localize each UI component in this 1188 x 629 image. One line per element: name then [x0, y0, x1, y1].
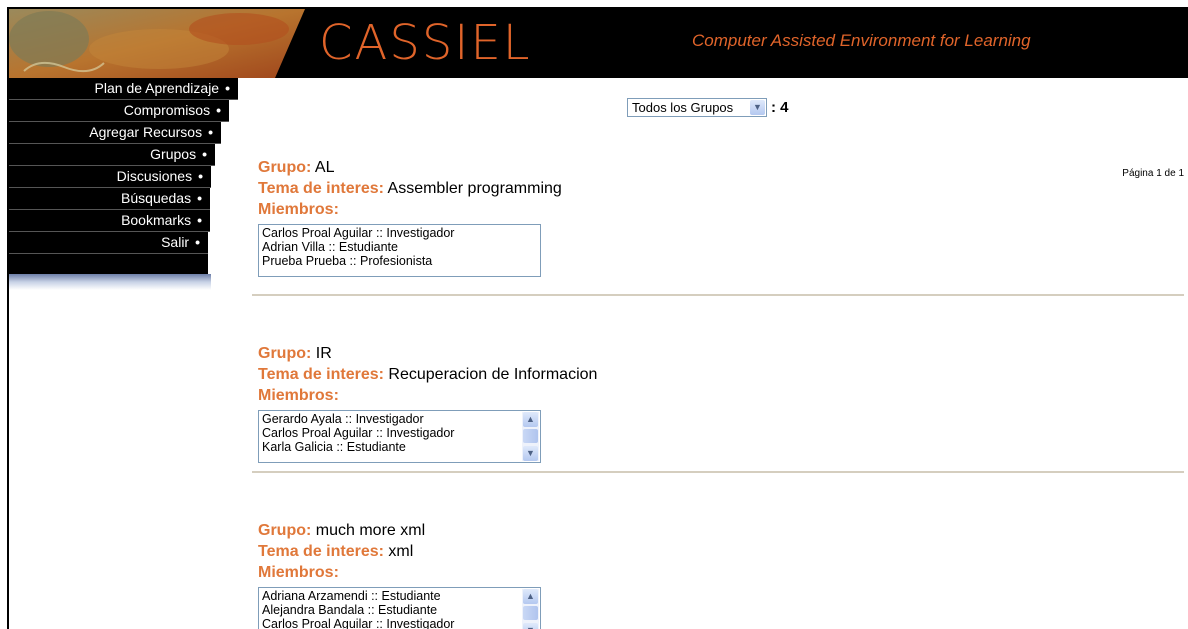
sidebar-item-agregar-recursos[interactable]: Agregar Recursos • — [9, 122, 221, 144]
sidebar-item-label: Agregar Recursos — [89, 124, 203, 140]
member-item[interactable]: Adrian Villa :: Estudiante — [262, 240, 537, 254]
member-item[interactable]: Karla Galicia :: Estudiante — [262, 440, 518, 454]
group-divider — [252, 294, 1184, 296]
chevron-down-icon[interactable]: ▼ — [523, 446, 538, 461]
listbox-scrollbar[interactable]: ▲ ▼ — [522, 589, 539, 629]
group-label: Grupo: — [258, 159, 312, 176]
group-name-line: Grupo: much more xml — [258, 520, 1188, 541]
group-divider — [252, 471, 1184, 473]
header-banner: CASSIEL Computer Assisted Environment fo… — [9, 9, 1188, 78]
sidebar-item-label: Plan de Aprendizaje — [94, 80, 220, 96]
sidebar-item-bookmarks[interactable]: Bookmarks • — [9, 210, 210, 232]
chevron-up-icon[interactable]: ▲ — [523, 412, 538, 427]
app-subtitle: Computer Assisted Environment for Learni… — [692, 31, 1031, 50]
sidebar-item-salir[interactable]: Salir • — [9, 232, 208, 254]
group-label: Grupo: — [258, 345, 312, 362]
app-frame: CASSIEL Computer Assisted Environment fo… — [7, 7, 1188, 629]
group-entry: Grupo: IR Tema de interes: Recuperacion … — [258, 343, 1188, 463]
sidebar-item-discusiones[interactable]: Discusiones • — [9, 166, 211, 188]
member-item[interactable]: Alejandra Bandala :: Estudiante — [262, 603, 518, 617]
member-item[interactable]: Carlos Proal Aguilar :: Investigador — [262, 617, 518, 629]
members-label-line: Miembros: — [258, 199, 1188, 220]
listbox-scrollbar[interactable]: ▲ ▼ — [522, 412, 539, 461]
member-item[interactable]: Gerardo Ayala :: Investigador — [262, 412, 518, 426]
group-topic-line: Tema de interes: xml — [258, 541, 1188, 562]
bullet-icon: • — [225, 80, 230, 96]
topic-label: Tema de interes: — [258, 180, 384, 197]
sidebar-spacer — [9, 254, 208, 274]
members-label-line: Miembros: — [258, 562, 1188, 583]
members-label: Miembros: — [258, 201, 339, 218]
bullet-icon: • — [197, 212, 202, 228]
sidebar-item-busquedas[interactable]: Búsquedas • — [9, 188, 210, 210]
scrollbar-thumb[interactable] — [523, 606, 538, 620]
sidebar-item-label: Bookmarks — [121, 212, 192, 228]
group-entry: Grupo: AL Tema de interes: Assembler pro… — [258, 157, 1188, 277]
sidebar-item-grupos[interactable]: Grupos • — [9, 144, 215, 166]
group-filter-value: Todos los Grupos — [632, 100, 734, 115]
sidebar-item-compromisos[interactable]: Compromisos • — [9, 100, 229, 122]
group-name-line: Grupo: IR — [258, 343, 1188, 364]
sidebar-item-label: Salir — [161, 234, 190, 250]
group-topic-line: Tema de interes: Assembler programming — [258, 178, 1188, 199]
group-topic-line: Tema de interes: Recuperacion de Informa… — [258, 364, 1188, 385]
bullet-icon: • — [208, 124, 213, 140]
sidebar-item-label: Búsquedas — [121, 190, 192, 206]
group-filter: Todos los Grupos ▼ : 4 — [627, 98, 789, 117]
members-listbox[interactable]: Adriana Arzamendi :: Estudiante Alejandr… — [258, 587, 541, 629]
chevron-up-icon[interactable]: ▲ — [523, 589, 538, 604]
bullet-icon: • — [216, 102, 221, 118]
sidebar-item-label: Discusiones — [116, 168, 193, 184]
members-listbox[interactable]: Gerardo Ayala :: Investigador Carlos Pro… — [258, 410, 541, 463]
member-item[interactable]: Prueba Prueba :: Profesionista — [262, 254, 537, 268]
group-count: : 4 — [771, 99, 789, 116]
bullet-icon: • — [202, 146, 207, 162]
sidebar-item-plan-de-aprendizaje[interactable]: Plan de Aprendizaje • — [9, 78, 238, 100]
chevron-down-icon[interactable]: ▼ — [750, 100, 765, 115]
members-label-line: Miembros: — [258, 385, 1188, 406]
group-name-line: Grupo: AL — [258, 157, 1188, 178]
chevron-down-icon[interactable]: ▼ — [523, 623, 538, 629]
group-name: IR — [315, 345, 332, 362]
bullet-icon: • — [198, 168, 203, 184]
member-item[interactable]: Carlos Proal Aguilar :: Investigador — [262, 426, 518, 440]
header-artwork — [9, 9, 309, 78]
sidebar-footer-gradient — [9, 274, 211, 290]
group-name: AL — [314, 159, 335, 176]
group-entry: Grupo: much more xml Tema de interes: xm… — [258, 520, 1188, 629]
group-topic: xml — [388, 543, 414, 560]
sidebar-item-label: Grupos — [150, 146, 197, 162]
topic-label: Tema de interes: — [258, 366, 384, 383]
member-item[interactable]: Adriana Arzamendi :: Estudiante — [262, 589, 518, 603]
app-title: CASSIEL — [319, 15, 532, 71]
members-label: Miembros: — [258, 387, 339, 404]
group-topic: Assembler programming — [387, 180, 562, 197]
bullet-icon: • — [195, 234, 200, 250]
group-topic: Recuperacion de Informacion — [388, 366, 598, 383]
bullet-icon: • — [197, 190, 202, 206]
group-label: Grupo: — [258, 522, 312, 539]
group-name: much more xml — [315, 522, 426, 539]
sidebar-item-label: Compromisos — [123, 102, 211, 118]
scrollbar-thumb[interactable] — [523, 429, 538, 443]
members-label: Miembros: — [258, 564, 339, 581]
topic-label: Tema de interes: — [258, 543, 384, 560]
group-filter-select[interactable]: Todos los Grupos ▼ — [627, 98, 767, 117]
members-listbox[interactable]: Carlos Proal Aguilar :: Investigador Adr… — [258, 224, 541, 277]
member-item[interactable]: Carlos Proal Aguilar :: Investigador — [262, 226, 537, 240]
